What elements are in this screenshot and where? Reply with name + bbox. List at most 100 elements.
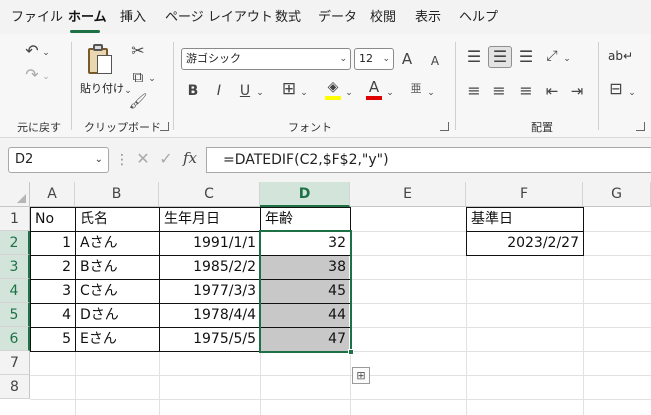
cell-a4[interactable]: 3 [31, 279, 75, 303]
row-header-4[interactable]: 4 [0, 279, 30, 303]
copy-dropdown-icon[interactable]: ⌄ [147, 70, 157, 88]
font-color-icon[interactable]: A [366, 78, 382, 96]
border-dropdown-icon[interactable]: ⌄ [299, 84, 309, 102]
name-box[interactable]: D2 ⌄ [8, 147, 109, 173]
align-bottom-icon[interactable]: ☰ [517, 48, 535, 66]
align-left-icon[interactable]: ≡ [465, 82, 483, 100]
cell-a3[interactable]: 2 [31, 255, 75, 279]
grow-font-icon[interactable]: A [399, 50, 415, 68]
tab-formulas[interactable]: 数式 [275, 10, 301, 26]
cell-b3[interactable]: Bさん [76, 255, 159, 279]
align-top-icon[interactable]: ☰ [465, 48, 483, 66]
cell-c4[interactable]: 1977/3/3 [160, 279, 260, 303]
alignment-launcher-icon[interactable] [636, 122, 645, 131]
row-header-8[interactable]: 8 [0, 375, 30, 399]
column-header-a[interactable]: A [30, 182, 75, 207]
decrease-indent-icon[interactable]: ⇤ [543, 82, 561, 100]
cell-a2[interactable]: 1 [31, 231, 75, 255]
undo-dropdown-icon[interactable]: ⌄ [41, 44, 51, 62]
cell-a1[interactable]: No [31, 207, 75, 231]
tab-home[interactable]: ホーム [68, 10, 107, 26]
cell-b4[interactable]: Cさん [76, 279, 159, 303]
orientation-icon[interactable]: ⤢ [543, 47, 561, 65]
paste-icon[interactable] [86, 44, 114, 76]
increase-indent-icon[interactable]: ⇥ [568, 82, 586, 100]
row-header-6[interactable]: 6 [0, 327, 30, 351]
tab-view[interactable]: 表示 [415, 10, 441, 26]
tab-file[interactable]: ファイル [11, 10, 63, 26]
tab-insert[interactable]: 挿入 [120, 10, 146, 26]
cut-icon[interactable]: ✂ [128, 42, 148, 60]
phonetic-dropdown-icon[interactable]: ⌄ [426, 84, 436, 102]
redo-icon[interactable]: ↷ [22, 66, 42, 84]
formula-input[interactable]: =DATEDIF(C2,$F$2,"y") [206, 147, 651, 173]
format-painter-icon[interactable]: 🖌 [128, 92, 148, 110]
cell-b5[interactable]: Dさん [76, 303, 159, 327]
cell-a6[interactable]: 5 [31, 327, 75, 351]
column-header-g[interactable]: G [583, 182, 651, 207]
orientation-dropdown-icon[interactable]: ⌄ [562, 50, 572, 68]
underline-dropdown-icon[interactable]: ⌄ [255, 84, 265, 102]
bold-icon[interactable]: B [186, 82, 200, 100]
merge-center-icon[interactable]: ⊟ [606, 80, 626, 98]
cell-c5[interactable]: 1978/4/4 [160, 303, 260, 327]
cell-c2[interactable]: 1991/1/1 [160, 231, 260, 255]
cell-d1[interactable]: 年齢 [261, 207, 350, 231]
enter-icon[interactable]: ✓ [157, 150, 175, 168]
font-name-select[interactable]: 游ゴシック ⌄ [181, 48, 351, 70]
auto-fill-options-button[interactable]: ⊞ [352, 367, 370, 384]
merge-dropdown-icon[interactable]: ⌄ [627, 84, 637, 102]
cell-b1[interactable]: 氏名 [76, 207, 159, 231]
underline-icon[interactable]: U [238, 82, 252, 100]
column-header-d[interactable]: D [260, 182, 350, 207]
cell-b2[interactable]: Aさん [76, 231, 159, 255]
cancel-icon[interactable]: ✕ [134, 150, 152, 168]
phonetic-guide-icon[interactable]: 亜 [408, 80, 424, 98]
clipboard-launcher-icon[interactable] [160, 122, 169, 131]
cell-f2[interactable]: 2023/2/27 [467, 231, 583, 255]
row-header-5[interactable]: 5 [0, 303, 30, 327]
align-center-icon[interactable]: ≡ [490, 82, 508, 100]
fill-handle[interactable] [348, 349, 354, 355]
font-size-select[interactable]: 12 ⌄ [354, 48, 394, 70]
tab-help[interactable]: ヘルプ [459, 10, 498, 26]
align-right-icon[interactable]: ≡ [517, 82, 535, 100]
copy-icon[interactable]: ⧉ [128, 68, 148, 86]
column-header-c[interactable]: C [159, 182, 260, 207]
fill-color-icon[interactable]: ◈ [324, 78, 342, 96]
undo-icon[interactable]: ↶ [22, 42, 42, 60]
name-box-value: D2 [15, 152, 34, 167]
gridline [30, 375, 651, 376]
wrap-text-icon[interactable]: ab↵ [608, 47, 633, 65]
cell-c6[interactable]: 1975/5/5 [160, 327, 260, 351]
column-header-f[interactable]: F [466, 182, 583, 207]
row-header-7[interactable]: 7 [0, 351, 30, 375]
more-options-icon[interactable]: ⋮ [115, 151, 129, 169]
cell-a5[interactable]: 4 [31, 303, 75, 327]
insert-function-icon[interactable]: fx [181, 149, 199, 167]
column-header-e[interactable]: E [350, 182, 466, 207]
fill-color-dropdown-icon[interactable]: ⌄ [344, 84, 354, 102]
tab-data[interactable]: データ [318, 10, 357, 26]
row-header-3[interactable]: 3 [0, 255, 30, 279]
border-icon[interactable]: ⊞ [280, 80, 298, 98]
cell-f1[interactable]: 基準日 [467, 207, 583, 231]
align-middle-button[interactable]: ☰ [488, 46, 512, 68]
font-launcher-icon[interactable] [440, 122, 449, 131]
row-header-2[interactable]: 2 [0, 231, 30, 255]
fill-color-swatch [325, 96, 341, 100]
paste-label[interactable]: 貼り付け [80, 80, 124, 96]
column-header-b[interactable]: B [75, 182, 159, 207]
select-all-corner[interactable] [0, 182, 30, 207]
chevron-down-icon: ⌄ [94, 154, 103, 165]
tab-review[interactable]: 校閲 [370, 10, 396, 26]
shrink-font-icon[interactable]: A [428, 52, 442, 70]
cell-c1[interactable]: 生年月日 [160, 207, 260, 231]
row-header-1[interactable]: 1 [0, 207, 30, 231]
cell-b6[interactable]: Eさん [76, 327, 159, 351]
font-color-dropdown-icon[interactable]: ⌄ [385, 84, 395, 102]
cell-c3[interactable]: 1985/2/2 [160, 255, 260, 279]
tab-page-layout[interactable]: ページ レイアウト [165, 10, 273, 26]
italic-icon[interactable]: I [212, 82, 226, 100]
redo-dropdown-icon[interactable]: ⌄ [41, 68, 51, 86]
